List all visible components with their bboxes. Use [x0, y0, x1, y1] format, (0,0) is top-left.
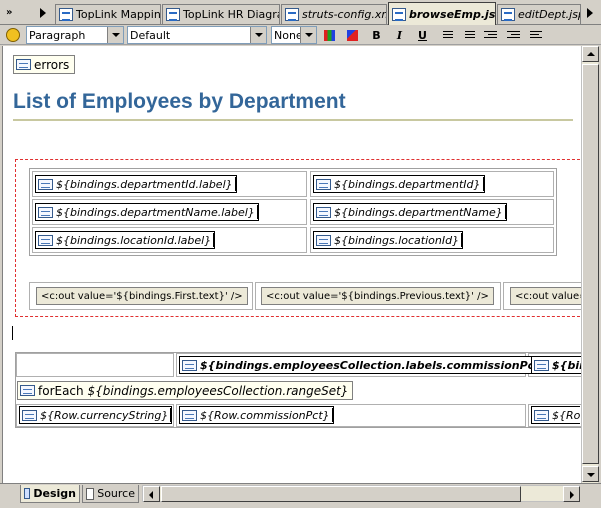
jstl-tag-icon	[182, 359, 197, 371]
page-heading: List of Employees by Department	[13, 90, 346, 113]
jstl-tag-icon	[22, 409, 37, 421]
design-icon	[24, 488, 31, 499]
source-icon	[86, 487, 95, 500]
row-commission-pct-tag[interactable]: ${Row.commissionPct}	[179, 406, 334, 424]
scrollbar-corner	[581, 485, 598, 502]
scroll-up-button[interactable]	[582, 46, 599, 62]
tab-toplink-mappings[interactable]: TopLink Mappings	[55, 4, 161, 24]
struts-tag-icon	[16, 59, 31, 70]
jstl-tag-icon	[38, 234, 53, 246]
location-id-value-tag[interactable]: ${bindings.locationId}	[313, 231, 464, 249]
italic-button[interactable]: I	[391, 27, 408, 43]
department-name-value-tag[interactable]: ${bindings.departmentName}	[313, 203, 507, 221]
numbered-list-icon[interactable]	[439, 27, 456, 43]
scroll-right-button[interactable]	[563, 486, 580, 502]
design-canvas[interactable]: errors List of Employees by Department $…	[2, 46, 581, 483]
jstl-tag-icon	[182, 409, 197, 421]
chevron-down-icon	[107, 27, 123, 43]
style-wizard-icon[interactable]	[6, 28, 20, 42]
text-cursor	[12, 326, 13, 340]
xml-file-icon	[285, 8, 299, 21]
horizontal-scroll-thumb[interactable]	[161, 486, 521, 502]
jstl-tag-icon	[316, 234, 331, 246]
tab-design[interactable]: Design	[20, 485, 80, 503]
department-id-value-tag[interactable]: ${bindings.departmentId}	[313, 175, 485, 193]
foreground-color-icon[interactable]	[321, 27, 338, 43]
align-dropdown-icon[interactable]	[530, 27, 554, 43]
row-next-tag[interactable]: ${Ro	[531, 406, 581, 424]
indent-icon[interactable]	[507, 27, 524, 43]
toplink-icon	[59, 8, 73, 21]
errors-tag[interactable]: errors	[13, 55, 76, 74]
jstl-tag-icon	[38, 206, 53, 218]
jstl-tag-icon	[38, 178, 53, 190]
next-header-tag[interactable]: ${bin	[531, 356, 581, 374]
table-header-cell	[16, 353, 174, 377]
jsp-file-icon	[392, 7, 406, 21]
diagram-icon	[166, 8, 180, 21]
scroll-down-button[interactable]	[582, 466, 599, 482]
tab-list-chevron-icon[interactable]: »	[6, 7, 12, 18]
next-button[interactable]: <c:out value=	[510, 287, 581, 305]
bullet-list-icon[interactable]	[461, 27, 478, 43]
horizontal-scrollbar[interactable]	[142, 485, 580, 502]
tab-edit-dept-jsp[interactable]: editDept.jsp	[497, 4, 581, 24]
department-name-label-tag[interactable]: ${bindings.departmentName.label}	[35, 203, 259, 221]
paragraph-style-select[interactable]: Paragraph	[26, 26, 124, 44]
commission-pct-header-tag[interactable]: ${bindings.employeesCollection.labels.co…	[179, 356, 552, 374]
outdent-icon[interactable]	[484, 27, 501, 43]
format-toolbar: Paragraph Default None B I U	[0, 25, 601, 45]
jstl-tag-icon	[316, 178, 331, 190]
first-button[interactable]: <c:out value='${bindings.First.text}' />	[36, 287, 248, 305]
heading-rule	[13, 119, 573, 121]
bottom-bar: Design Source	[0, 483, 601, 508]
tab-toplink-hr-diagram[interactable]: TopLink HR Diagram	[162, 4, 280, 24]
previous-button[interactable]: <c:out value='${bindings.Previous.text}'…	[261, 287, 494, 305]
chevron-down-icon	[300, 27, 316, 43]
background-color-icon[interactable]	[344, 27, 361, 43]
jstl-tag-icon	[316, 206, 331, 218]
tab-source[interactable]: Source	[82, 485, 139, 503]
currency-string-tag[interactable]: ${Row.currencyString}	[19, 406, 173, 424]
font-size-select[interactable]: None	[271, 26, 317, 44]
department-id-label-tag[interactable]: ${bindings.departmentId.label}	[35, 175, 237, 193]
bold-button[interactable]: B	[368, 27, 385, 43]
jstl-tag-icon	[534, 359, 549, 371]
vertical-scrollbar[interactable]	[581, 46, 599, 483]
tab-struts-config[interactable]: struts-config.xml	[281, 4, 387, 24]
editor-tab-bar: » TopLink Mappings TopLink HR Diagram st…	[0, 0, 601, 25]
tab-browse-emp-jsp[interactable]: browseEmp.jsp	[388, 2, 496, 25]
jstl-tag-icon	[534, 409, 549, 421]
scroll-thumb[interactable]	[582, 64, 599, 464]
foreach-tag[interactable]: forEach ${bindings.employeesCollection.r…	[17, 381, 354, 400]
tab-scroll-next-icon[interactable]	[587, 8, 593, 18]
tab-scroll-right-icon[interactable]	[40, 8, 46, 18]
jsp-file-icon	[501, 8, 515, 21]
location-id-label-tag[interactable]: ${bindings.locationId.label}	[35, 231, 216, 249]
scroll-left-button[interactable]	[143, 486, 160, 502]
font-family-select[interactable]: Default	[127, 26, 267, 44]
chevron-down-icon	[250, 27, 266, 43]
jstl-tag-icon	[20, 385, 35, 396]
underline-button[interactable]: U	[414, 27, 431, 43]
